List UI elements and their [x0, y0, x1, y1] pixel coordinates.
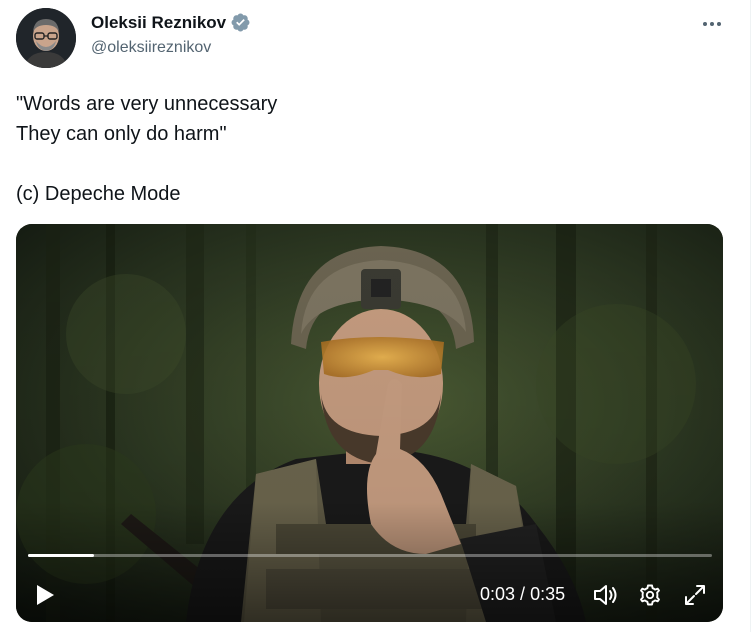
video-time: 0:03 / 0:35	[480, 584, 565, 605]
verified-badge-icon[interactable]	[230, 12, 251, 33]
tweet-card: Oleksii Reznikov @oleksiireznikov "Words…	[0, 0, 751, 632]
fullscreen-icon	[685, 585, 705, 605]
video-time-separator: /	[515, 584, 531, 604]
video-duration: 0:35	[530, 584, 566, 604]
play-icon	[37, 585, 54, 605]
tweet-line: (c) Depeche Mode	[16, 183, 181, 205]
more-horizontal-icon	[703, 22, 721, 26]
avatar[interactable]	[16, 8, 76, 68]
play-button[interactable]	[30, 580, 60, 610]
tweet-line: They can only do harm"	[16, 123, 227, 145]
fullscreen-button[interactable]	[680, 580, 710, 610]
author-name-row: Oleksii Reznikov	[91, 12, 251, 33]
volume-button[interactable]	[591, 580, 621, 610]
video-frame	[16, 224, 723, 622]
video-progress-bar[interactable]	[28, 554, 712, 557]
video-current-time: 0:03	[480, 584, 516, 604]
tweet-text: "Words are very unnecessary They can onl…	[16, 89, 716, 209]
author-handle[interactable]: @oleksiireznikov	[91, 39, 211, 57]
volume-icon	[594, 585, 617, 605]
more-options-button[interactable]	[697, 12, 727, 36]
settings-button[interactable]	[635, 580, 665, 610]
author-name[interactable]: Oleksii Reznikov	[91, 13, 226, 33]
video-player[interactable]: 0:03 / 0:35	[16, 224, 723, 622]
video-progress-fill	[28, 554, 95, 557]
gear-icon	[640, 584, 660, 606]
tweet-line: "Words are very unnecessary	[16, 93, 278, 115]
